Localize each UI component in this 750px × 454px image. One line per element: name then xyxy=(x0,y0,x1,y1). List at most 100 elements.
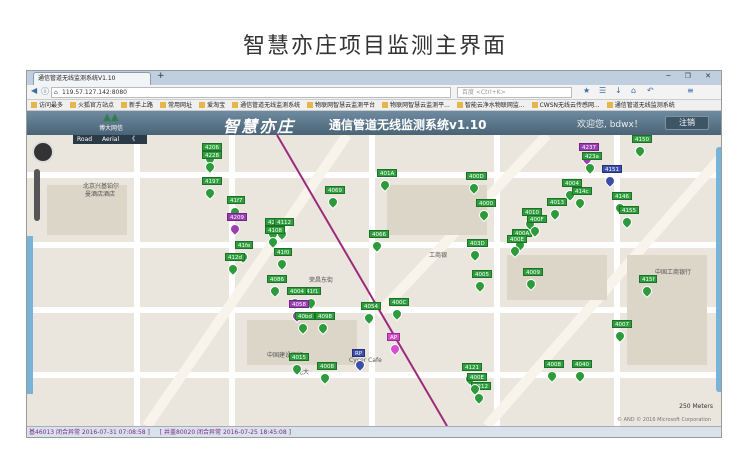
sensor-marker-icon[interactable] xyxy=(466,180,482,199)
bookmark-item[interactable]: 物联网智慧云监测平台 xyxy=(307,100,375,110)
bookmark-item[interactable]: 通信管道无线监测系统 xyxy=(606,100,675,110)
sensor-marker-icon[interactable] xyxy=(227,221,243,240)
right-panel-handle[interactable] xyxy=(716,147,721,392)
sensor-tag[interactable]: 4228 xyxy=(202,151,222,159)
sensor-tag[interactable]: AP xyxy=(387,333,401,341)
sensor-tag[interactable]: 415f xyxy=(639,275,658,283)
sensor-tag[interactable]: 4086 xyxy=(267,275,287,283)
sensor-tag[interactable]: 4146 xyxy=(612,192,632,200)
zoom-slider[interactable] xyxy=(34,169,40,221)
alarm-text-2[interactable]: [ 井盖80020 闭合异常 2016-07-25 18:45:08 ] xyxy=(160,429,291,436)
sensor-tag[interactable]: 4054 xyxy=(361,302,381,310)
sensor-tag[interactable]: 4197 xyxy=(202,177,222,185)
sensor-marker-icon[interactable] xyxy=(295,320,311,339)
sensor-tag[interactable]: 423a xyxy=(582,152,602,160)
bookmark-item[interactable]: 常用网址 xyxy=(160,100,192,110)
sensor-marker-icon[interactable] xyxy=(547,206,563,225)
sensor-marker-icon[interactable] xyxy=(467,381,483,400)
back-icon[interactable]: ◀ xyxy=(31,86,37,95)
bookmark-item[interactable]: 智能云净水物联网监... xyxy=(456,100,525,110)
sensor-tag[interactable]: 4008 xyxy=(317,362,337,370)
search-input[interactable]: 百度 <Ctrl+K> xyxy=(457,87,572,98)
alarm-text-1[interactable]: 基46013 闭合异常 2016-07-31 07:08:58 ] xyxy=(29,429,150,436)
sensor-marker-icon[interactable] xyxy=(274,256,290,275)
sensor-tag[interactable]: 4009 xyxy=(523,268,543,276)
bookmark-item[interactable]: 火狐官方站点 xyxy=(70,100,114,110)
left-panel-handle[interactable] xyxy=(27,236,33,394)
sensor-marker-icon[interactable] xyxy=(225,261,241,280)
sensor-tag[interactable]: 4069 xyxy=(325,186,345,194)
sensor-tag[interactable]: 4040 xyxy=(572,360,592,368)
sensor-tag[interactable]: 4121 xyxy=(462,363,482,371)
download-icon[interactable]: ↓ xyxy=(615,86,622,95)
sensor-marker-icon[interactable] xyxy=(572,368,588,387)
sensor-marker-icon[interactable] xyxy=(317,370,333,389)
sensor-tag[interactable]: 40bd xyxy=(295,312,315,320)
sensor-marker-icon[interactable] xyxy=(325,194,341,213)
sensor-tag[interactable]: 41f0 xyxy=(274,248,293,256)
browser-tab[interactable]: 通信管道无线监测系统V1.10 xyxy=(33,72,151,85)
bookmark-item[interactable]: 物联网智慧云监测平... xyxy=(382,100,450,110)
sensor-marker-icon[interactable] xyxy=(544,368,560,387)
sensor-marker-icon[interactable] xyxy=(352,357,368,376)
sensor-tag[interactable]: 4206 xyxy=(202,143,222,151)
bookmark-item[interactable]: 访问最多 xyxy=(31,100,63,110)
window-controls[interactable]: ─ ❐ ✕ xyxy=(666,72,717,80)
sensor-tag[interactable]: 41f7 xyxy=(227,196,246,204)
sensor-marker-icon[interactable] xyxy=(632,143,648,162)
map-view[interactable]: Road Aerial 《 北京兴基铂尔 曼酒店酒店 荣昌东街 中国建设银行 Cycer… xyxy=(27,135,721,426)
new-tab-button[interactable]: + xyxy=(157,71,165,81)
sensor-tag[interactable]: 4098 xyxy=(315,312,335,320)
sensor-marker-icon[interactable] xyxy=(527,223,543,242)
sensor-tag[interactable]: 4151 xyxy=(602,165,622,173)
sensor-marker-icon[interactable] xyxy=(361,310,377,329)
sensor-tag[interactable]: 4004 xyxy=(287,287,307,295)
sensor-marker-icon[interactable] xyxy=(202,159,218,178)
menu-icon[interactable]: ≡ xyxy=(687,86,694,95)
sensor-tag[interactable]: 4007 xyxy=(612,320,632,328)
sensor-tag[interactable]: 403D xyxy=(467,239,488,247)
sensor-tag[interactable]: 4209 xyxy=(227,213,247,221)
bookmark-item[interactable]: 爱淘宝 xyxy=(199,100,225,110)
sensor-marker-icon[interactable] xyxy=(472,278,488,297)
sensor-tag[interactable]: 400E xyxy=(507,235,527,243)
sensor-tag[interactable]: 4015 xyxy=(289,353,309,361)
sensor-marker-icon[interactable] xyxy=(289,361,305,380)
collapse-icon[interactable]: 《 xyxy=(129,136,135,143)
map-type-switch[interactable]: Road Aerial 《 xyxy=(73,135,148,144)
sensor-marker-icon[interactable] xyxy=(507,243,523,262)
sensor-tag[interactable]: 4150 xyxy=(632,135,652,143)
sensor-marker-icon[interactable] xyxy=(476,207,492,226)
sensor-marker-icon[interactable] xyxy=(369,238,385,257)
sensor-tag[interactable]: 4108 xyxy=(265,226,285,234)
aerial-option[interactable]: Aerial xyxy=(102,136,119,143)
info-icon[interactable]: ⓘ xyxy=(41,86,49,97)
bookmark-item[interactable]: CWSN无线云传感网... xyxy=(531,100,600,110)
sensor-tag[interactable]: 4237 xyxy=(579,143,599,151)
sensor-marker-icon[interactable] xyxy=(315,320,331,339)
logout-button[interactable]: 注销 xyxy=(665,116,709,130)
sensor-tag[interactable]: 41fe xyxy=(235,241,254,249)
star-icon[interactable]: ★ xyxy=(583,86,590,95)
sensor-tag[interactable]: 4000 xyxy=(476,199,496,207)
sensor-tag[interactable]: 4058 xyxy=(289,300,309,308)
sensor-tag[interactable]: 400D xyxy=(466,172,487,180)
sensor-tag[interactable]: 4004 xyxy=(562,179,582,187)
sensor-tag[interactable]: 4066 xyxy=(369,230,389,238)
sensor-tag[interactable]: 401A xyxy=(377,169,398,177)
sensor-marker-icon[interactable] xyxy=(612,328,628,347)
sensor-marker-icon[interactable] xyxy=(202,185,218,204)
sensor-marker-icon[interactable] xyxy=(602,173,618,192)
sensor-marker-icon[interactable] xyxy=(387,341,403,360)
sensor-marker-icon[interactable] xyxy=(523,276,539,295)
sensor-tag[interactable]: 4008 xyxy=(544,360,564,368)
sensor-tag[interactable]: 400E xyxy=(467,373,487,381)
sensor-marker-icon[interactable] xyxy=(389,306,405,325)
history-icon[interactable]: ↶ xyxy=(647,86,654,95)
sensor-tag[interactable]: 414c xyxy=(572,187,592,195)
sensor-tag[interactable]: 412d xyxy=(225,253,245,261)
sensor-marker-icon[interactable] xyxy=(267,283,283,302)
sensor-tag[interactable]: 4155 xyxy=(619,206,639,214)
sensor-tag[interactable]: 400C xyxy=(389,298,410,306)
sensor-marker-icon[interactable] xyxy=(619,214,635,233)
